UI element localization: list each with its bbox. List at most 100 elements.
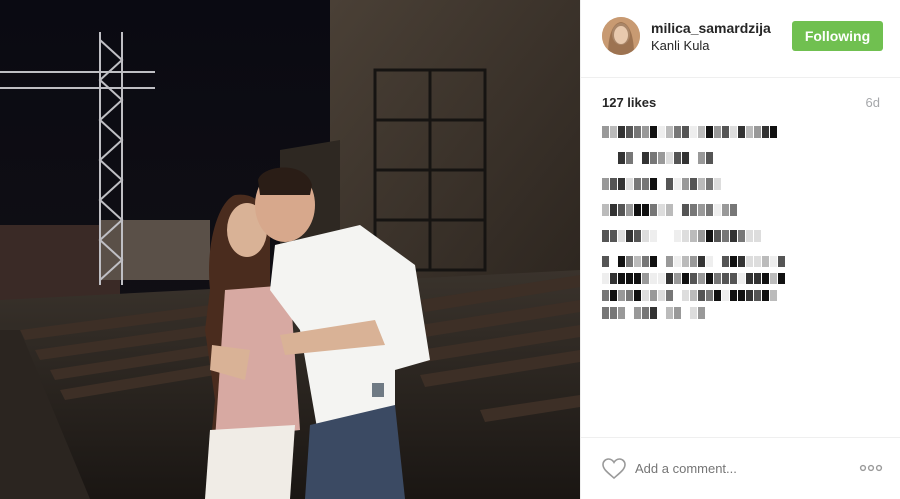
pixel-block bbox=[658, 152, 665, 164]
pixel-block bbox=[738, 256, 745, 267]
location[interactable]: Kanli Kula bbox=[651, 38, 710, 53]
pixel-block bbox=[698, 230, 705, 242]
pixel-block bbox=[666, 307, 673, 319]
pixel-block bbox=[698, 290, 705, 301]
pixel-block bbox=[698, 256, 705, 267]
pixel-block bbox=[626, 126, 633, 138]
pixel-block bbox=[642, 126, 649, 138]
pixel-block bbox=[730, 290, 737, 301]
pixel-block bbox=[762, 290, 769, 301]
pixel-block bbox=[690, 307, 697, 319]
pixel-block bbox=[698, 273, 705, 284]
pixel-block bbox=[714, 178, 721, 190]
pixel-block bbox=[602, 290, 609, 301]
comment-input[interactable] bbox=[635, 461, 835, 476]
pixel-block bbox=[602, 126, 609, 138]
pixel-block bbox=[610, 230, 617, 242]
following-button[interactable]: Following bbox=[792, 21, 883, 51]
pixel-block bbox=[682, 230, 689, 242]
pixel-block bbox=[642, 204, 649, 216]
pixel-block bbox=[690, 290, 697, 301]
pixel-block bbox=[730, 126, 737, 138]
pixel-block bbox=[658, 230, 665, 242]
pixel-block bbox=[618, 256, 625, 267]
avatar[interactable] bbox=[602, 17, 640, 55]
pixel-block bbox=[714, 290, 721, 301]
pixel-block bbox=[650, 204, 657, 216]
pixel-block bbox=[682, 273, 689, 284]
pixel-block bbox=[650, 178, 657, 190]
pixel-block bbox=[746, 273, 753, 284]
pixel-block bbox=[754, 290, 761, 301]
pixel-block bbox=[770, 290, 777, 301]
pixel-block bbox=[746, 230, 753, 242]
pixel-block bbox=[626, 204, 633, 216]
pixel-block bbox=[754, 256, 761, 267]
pixel-block bbox=[778, 256, 785, 267]
pixel-block bbox=[682, 204, 689, 216]
pixel-block bbox=[626, 178, 633, 190]
pixel-block bbox=[618, 126, 625, 138]
pixel-block bbox=[706, 273, 713, 284]
username[interactable]: milica_samardzija bbox=[651, 20, 771, 36]
pixel-block bbox=[634, 256, 641, 267]
pixel-block bbox=[610, 178, 617, 190]
pixelated-comment-line bbox=[602, 230, 882, 242]
photo-illustration bbox=[0, 0, 580, 499]
pixel-block bbox=[658, 256, 665, 267]
post-age[interactable]: 6d bbox=[866, 95, 880, 110]
pixel-block bbox=[714, 204, 721, 216]
pixel-block bbox=[722, 273, 729, 284]
likes-count[interactable]: 127 likes bbox=[602, 95, 656, 110]
pixel-block bbox=[618, 273, 625, 284]
pixel-block bbox=[690, 273, 697, 284]
pixel-block bbox=[674, 307, 681, 319]
pixel-block bbox=[650, 126, 657, 138]
pixel-block bbox=[722, 230, 729, 242]
pixel-block bbox=[690, 230, 697, 242]
pixel-block bbox=[754, 230, 761, 242]
pixel-block bbox=[666, 152, 673, 164]
pixel-block bbox=[730, 230, 737, 242]
pixel-block bbox=[682, 256, 689, 267]
pixel-block bbox=[618, 178, 625, 190]
pixel-block bbox=[610, 152, 617, 164]
pixel-block bbox=[626, 152, 633, 164]
pixel-block bbox=[610, 256, 617, 267]
pixel-block bbox=[602, 307, 609, 319]
pixel-block bbox=[714, 126, 721, 138]
pixel-block bbox=[762, 126, 769, 138]
pixel-block bbox=[706, 256, 713, 267]
pixel-block bbox=[674, 204, 681, 216]
more-options-icon[interactable] bbox=[859, 462, 883, 474]
heart-outline-icon[interactable] bbox=[602, 458, 626, 480]
pixel-block bbox=[642, 178, 649, 190]
pixel-block bbox=[730, 256, 737, 267]
pixel-block bbox=[642, 307, 649, 319]
pixel-block bbox=[618, 290, 625, 301]
pixel-block bbox=[602, 178, 609, 190]
pixel-block bbox=[618, 152, 625, 164]
pixel-block bbox=[658, 204, 665, 216]
pixel-block bbox=[666, 256, 673, 267]
pixel-block bbox=[682, 178, 689, 190]
pixel-block bbox=[690, 152, 697, 164]
pixel-block bbox=[714, 256, 721, 267]
pixel-block bbox=[634, 230, 641, 242]
pixel-block bbox=[658, 273, 665, 284]
pixel-block bbox=[634, 290, 641, 301]
post-photo[interactable] bbox=[0, 0, 580, 499]
pixel-block bbox=[714, 230, 721, 242]
pixel-block bbox=[682, 307, 689, 319]
pixel-block bbox=[602, 204, 609, 216]
pixel-block bbox=[634, 178, 641, 190]
pixelated-comments bbox=[602, 126, 882, 333]
pixel-block bbox=[666, 273, 673, 284]
pixel-block bbox=[634, 152, 641, 164]
pixel-block bbox=[650, 152, 657, 164]
pixel-block bbox=[738, 290, 745, 301]
pixel-block bbox=[666, 178, 673, 190]
pixel-block bbox=[762, 256, 769, 267]
pixel-block bbox=[698, 152, 705, 164]
pixel-block bbox=[610, 307, 617, 319]
